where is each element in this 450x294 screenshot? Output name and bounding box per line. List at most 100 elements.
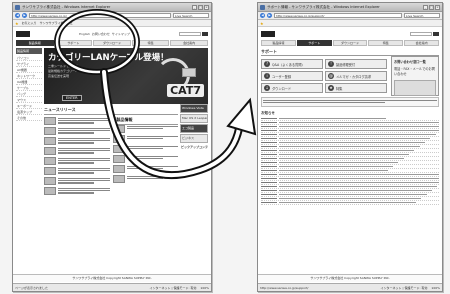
contact-box-title: お問い合わせ窓口一覧 bbox=[394, 60, 426, 64]
side-banner[interactable]: エコ製品 bbox=[180, 124, 208, 133]
support-menu: ? Q&A（よくある質問） ! 製品修理受付 i ユーザー登録 @ メルマガ・カタログ請… bbox=[261, 59, 389, 93]
contact-box[interactable]: お問い合わせ窓口一覧 電話・FAX・メールでのお問い合わせ bbox=[391, 56, 439, 96]
news-item[interactable] bbox=[44, 177, 110, 185]
site-search-button[interactable] bbox=[433, 32, 439, 36]
notice-box bbox=[261, 97, 439, 107]
favorites-link[interactable]: お気に入り bbox=[22, 21, 37, 25]
banner-text: 高速伝送を実現 bbox=[48, 74, 70, 78]
banner-title: カテゴリーLANケーブル登場！ bbox=[48, 53, 169, 63]
zoom-level[interactable]: 100% bbox=[200, 286, 209, 290]
news-item[interactable] bbox=[44, 187, 110, 195]
news-item[interactable] bbox=[44, 127, 110, 135]
menu-item-download[interactable]: ダウンロード bbox=[93, 40, 131, 46]
search-input[interactable]: Live Search bbox=[404, 13, 440, 18]
forward-icon[interactable]: ▶ bbox=[22, 13, 27, 18]
page-title: サポート bbox=[261, 49, 439, 56]
search-input[interactable]: Live Search bbox=[173, 13, 209, 18]
back-icon[interactable]: ◀ bbox=[15, 13, 20, 18]
address-toolbar: ◀ ▶ http://www.sanwa.co.jp/support/ Live… bbox=[258, 12, 442, 20]
side-banner[interactable]: ビジネス bbox=[180, 134, 208, 143]
download-icon: ↓ bbox=[264, 85, 270, 91]
header-link-sitemap[interactable]: サイトマップ bbox=[112, 32, 130, 36]
title-bar: サンワサプライ株式会社 - Windows Internet Explorer … bbox=[13, 3, 211, 12]
menu-item-features[interactable]: 特集 bbox=[368, 40, 404, 46]
zoom-level[interactable]: 100% bbox=[431, 286, 440, 290]
product-item[interactable] bbox=[112, 125, 178, 133]
favorites-bar: ★ お気に入り サンワサプライ株式会社 bbox=[13, 20, 211, 27]
support-button-label: ダウンロード bbox=[272, 86, 292, 91]
site-header: English お問い合わせ サイトマップ bbox=[16, 29, 208, 39]
favorites-tab[interactable]: サンワサプライ株式会社 bbox=[40, 21, 73, 25]
favorites-star-icon[interactable]: ★ bbox=[260, 21, 264, 26]
banner-text: 二重シールドで高品質 bbox=[48, 64, 79, 68]
menu-item-download[interactable]: ダウンロード bbox=[332, 40, 368, 46]
window-title: サンワサプライ株式会社 - Windows Internet Explorer bbox=[22, 4, 111, 9]
header-link-contact[interactable]: お問い合わせ bbox=[92, 32, 110, 36]
banner-enter-button[interactable]: ENTER bbox=[62, 95, 82, 101]
minimize-icon[interactable]: _ bbox=[192, 4, 197, 10]
status-text: http://www.sanwa.co.jp/support/ bbox=[260, 285, 309, 290]
site-search-input[interactable] bbox=[410, 32, 432, 36]
news-item[interactable] bbox=[44, 157, 110, 165]
page-footer: サンワサプライ株式会社 Copyright SANWA SUPPLY INC. bbox=[258, 274, 442, 282]
address-input[interactable]: http://www.sanwa.co.jp/support/ bbox=[274, 13, 402, 18]
cat7-badge: CAT7 bbox=[167, 84, 204, 97]
pickup-title: ピックアップコンテンツ bbox=[180, 144, 208, 153]
banner-text: 最新規格カテゴリー7 bbox=[48, 69, 77, 73]
site-search-input[interactable] bbox=[179, 32, 201, 36]
news-list-row[interactable] bbox=[261, 201, 439, 205]
support-button-repair[interactable]: ! 製品修理受付 bbox=[325, 59, 387, 69]
product-item[interactable] bbox=[112, 175, 178, 183]
product-item[interactable] bbox=[112, 135, 178, 143]
product-item[interactable] bbox=[112, 155, 178, 163]
news-item[interactable] bbox=[44, 137, 110, 145]
menu-item-features[interactable]: 特集 bbox=[131, 40, 170, 46]
arrow-head bbox=[226, 97, 257, 136]
question-icon: ? bbox=[264, 61, 270, 67]
menu-item-company[interactable]: 会社案内 bbox=[170, 40, 208, 46]
menu-item-products[interactable]: 製品情報 bbox=[261, 40, 296, 46]
site-logo[interactable] bbox=[261, 31, 275, 37]
news-item[interactable] bbox=[44, 117, 110, 125]
menu-item-support[interactable]: サポート bbox=[54, 40, 93, 46]
security-zone: インターネット | 保護モード: 有効 bbox=[380, 285, 428, 290]
title-bar: サポート情報 - サンワサプライ株式会社 - Windows Internet … bbox=[258, 3, 442, 12]
support-button-newsletter[interactable]: @ メルマガ・カタログ請求 bbox=[325, 71, 387, 81]
product-item[interactable] bbox=[112, 145, 178, 153]
site-search-button[interactable] bbox=[202, 32, 208, 36]
support-button-features[interactable]: ★ 特集 bbox=[325, 83, 387, 93]
product-item[interactable] bbox=[112, 165, 178, 173]
lan-plug-illustration bbox=[182, 68, 196, 77]
site-header bbox=[261, 29, 439, 39]
side-banner[interactable]: Windows Vista bbox=[180, 104, 208, 113]
support-button-download[interactable]: ↓ ダウンロード bbox=[261, 83, 323, 93]
close-icon[interactable]: × bbox=[435, 4, 440, 10]
menu-item-products[interactable]: 製品情報 bbox=[16, 40, 54, 46]
maximize-icon[interactable]: □ bbox=[429, 4, 434, 10]
favorites-star-icon[interactable]: ★ bbox=[15, 21, 19, 26]
header-link-english[interactable]: English bbox=[79, 32, 90, 36]
browser-window-home: サンワサプライ株式会社 - Windows Internet Explorer … bbox=[12, 2, 212, 292]
site-logo[interactable] bbox=[16, 31, 30, 37]
address-input[interactable]: http://www.sanwa.co.jp/ bbox=[29, 13, 171, 18]
support-button-register[interactable]: i ユーザー登録 bbox=[261, 71, 323, 81]
menu-item-support[interactable]: サポート bbox=[296, 40, 332, 46]
news-item[interactable] bbox=[44, 167, 110, 175]
close-icon[interactable]: × bbox=[204, 4, 209, 10]
promo-banner[interactable]: カテゴリーLANケーブル登場！ 二重シールドで高品質 最新規格カテゴリー7 高速… bbox=[44, 48, 208, 104]
news-list bbox=[261, 117, 439, 205]
menu-item-company[interactable]: 会社案内 bbox=[404, 40, 439, 46]
support-button-faq[interactable]: ? Q&A（よくある質問） bbox=[261, 59, 323, 69]
minimize-icon[interactable]: _ bbox=[423, 4, 428, 10]
page-content: 製品情報 サポート ダウンロード 特集 会社案内 サポート ? Q&A（よくある質… bbox=[258, 27, 442, 207]
global-menu: 製品情報 サポート ダウンロード 特集 会社案内 bbox=[16, 40, 208, 46]
category-item[interactable]: その他 bbox=[16, 115, 42, 121]
maximize-icon[interactable]: □ bbox=[198, 4, 203, 10]
news-item[interactable] bbox=[44, 147, 110, 155]
back-icon[interactable]: ◀ bbox=[260, 13, 265, 18]
forward-icon[interactable]: ▶ bbox=[267, 13, 272, 18]
support-button-label: 特集 bbox=[336, 86, 343, 91]
side-banner[interactable]: Mac OS X Leopard bbox=[180, 114, 208, 123]
alert-icon: ! bbox=[328, 61, 334, 67]
star-icon: ★ bbox=[328, 85, 334, 91]
